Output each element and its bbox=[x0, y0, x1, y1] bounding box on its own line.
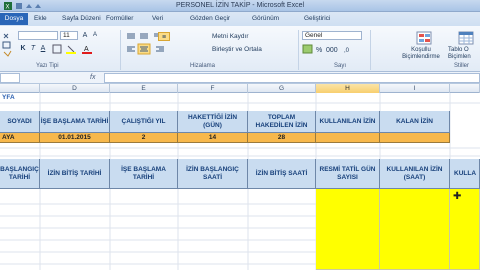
worksheet-grid[interactable]: YFA SOYADI İŞE BAŞLAMA TARİHİ ÇALIŞTIĞI … bbox=[0, 93, 480, 270]
tab-data[interactable]: Veri bbox=[152, 15, 163, 22]
bold-icon[interactable]: K bbox=[18, 44, 28, 53]
svg-text:,0: ,0 bbox=[344, 48, 350, 54]
ribbon: 11 A A K T A A Yazı Tipi ≡ Metni Kaydır … bbox=[0, 26, 480, 72]
column-header[interactable] bbox=[450, 84, 480, 93]
header-start-date: İŞE BAŞLAMA TARİHİ bbox=[40, 111, 110, 133]
underline-icon[interactable]: A bbox=[38, 44, 48, 53]
yellow-input-column-h[interactable] bbox=[316, 189, 380, 270]
column-header-g[interactable]: G bbox=[248, 84, 316, 93]
group-label-font: Yazı Tipi bbox=[36, 63, 59, 69]
conditional-formatting-button[interactable]: Koşullu Biçimlendirme bbox=[398, 47, 444, 61]
ribbon-tabs: Dosya Ekle Sayfa Düzeni Formüller Veri G… bbox=[0, 12, 480, 26]
header-total-earned: TOPLAM HAKEDİLEN İZİN bbox=[248, 111, 316, 133]
cell-total-earned[interactable]: 28 bbox=[248, 133, 316, 143]
cell-earned-leave[interactable]: 14 bbox=[178, 133, 248, 143]
font-name-dropdown[interactable] bbox=[18, 31, 58, 40]
cell-start-date[interactable]: 01.01.2015 bbox=[40, 133, 110, 143]
column-header-d[interactable]: D bbox=[40, 84, 110, 93]
column-header[interactable] bbox=[0, 84, 40, 93]
header-earned-leave: HAKETTİĞİ İZİN (GÜN) bbox=[178, 111, 248, 133]
window-title: PERSONEL İZİN TAKİP - Microsoft Excel bbox=[175, 2, 305, 9]
group-label-styles: Stiller bbox=[454, 63, 470, 69]
header-leave-end-date: İZİN BİTİŞ TARİHİ bbox=[40, 159, 110, 189]
column-header-i[interactable]: I bbox=[380, 84, 450, 93]
conditional-formatting-icon[interactable] bbox=[416, 31, 432, 45]
header-used-truncated: KULLA bbox=[450, 159, 480, 189]
header-return-date: İŞE BAŞLAMA TARİHİ bbox=[110, 159, 178, 189]
italic-icon[interactable]: T bbox=[28, 44, 38, 53]
tab-formulas[interactable]: Formüller bbox=[106, 15, 133, 22]
cell-soyadi[interactable]: AYA bbox=[0, 133, 40, 143]
title-bar: X PERSONEL İZİN TAKİP - Microsoft Excel bbox=[0, 0, 480, 12]
wrap-text-button[interactable]: Metni Kaydır bbox=[212, 33, 249, 40]
svg-text:%: % bbox=[316, 47, 322, 54]
column-header-e[interactable]: E bbox=[110, 84, 178, 93]
yellow-input-column-i[interactable] bbox=[380, 189, 450, 270]
column-headers: D E F G H I bbox=[0, 84, 480, 93]
tab-developer[interactable]: Geliştirici bbox=[304, 15, 330, 22]
formula-input[interactable] bbox=[104, 73, 480, 83]
header-used-leave: KULLANILAN İZİN bbox=[316, 111, 380, 133]
header-years-worked: ÇALIŞTIĞI YIL bbox=[110, 111, 178, 133]
ribbon-separator bbox=[120, 30, 121, 70]
function-icon[interactable]: fx bbox=[90, 73, 102, 83]
svg-text:000: 000 bbox=[326, 47, 338, 54]
border-fill-color-icons[interactable]: A bbox=[52, 44, 100, 54]
number-format-dropdown[interactable]: Genel bbox=[302, 31, 362, 40]
svg-text:A: A bbox=[84, 46, 89, 53]
header-used-leave-hours: KULLANILAN İZİN (SAAT) bbox=[380, 159, 450, 189]
ribbon-separator bbox=[298, 30, 299, 70]
cell-used-leave[interactable] bbox=[316, 133, 380, 143]
cell-cursor-icon: ✚ bbox=[453, 191, 462, 202]
ribbon-separator bbox=[370, 30, 371, 70]
shrink-font-icon[interactable]: A bbox=[90, 31, 100, 40]
formula-bar: fx bbox=[0, 72, 480, 84]
cell-remaining-leave[interactable] bbox=[380, 133, 450, 143]
tab-review[interactable]: Gözden Geçir bbox=[190, 15, 230, 22]
clipboard-icons[interactable] bbox=[2, 32, 14, 58]
orientation-icon[interactable]: ≡ bbox=[158, 32, 170, 41]
header-soyadi: SOYADI bbox=[0, 111, 40, 133]
name-box[interactable] bbox=[0, 73, 20, 83]
header-public-holidays: RESMİ TATİL GÜN SAYISI bbox=[316, 159, 380, 189]
merge-center-button[interactable]: Birleştir ve Ortala bbox=[212, 46, 262, 53]
group-label-alignment: Hizalama bbox=[190, 63, 216, 69]
tab-file[interactable]: Dosya bbox=[0, 13, 28, 25]
font-size-dropdown[interactable]: 11 bbox=[60, 31, 78, 40]
header-leave-start-date: BAŞLANGIÇ TARİHİ bbox=[0, 159, 40, 189]
format-as-table-icon[interactable] bbox=[458, 31, 474, 45]
tab-page-layout[interactable]: Sayfa Düzeni bbox=[62, 15, 101, 22]
column-header-h[interactable]: H bbox=[316, 84, 380, 93]
group-label-number: Sayı bbox=[334, 63, 347, 69]
cell-years-worked[interactable]: 2 bbox=[110, 133, 178, 143]
header-remaining-leave: KALAN İZİN bbox=[380, 111, 450, 133]
header-leave-end-time: İZİN BİTİŞ SAATİ bbox=[248, 159, 316, 189]
tab-view[interactable]: Görünüm bbox=[252, 15, 279, 22]
grow-font-icon[interactable]: A bbox=[80, 31, 90, 40]
column-header-f[interactable]: F bbox=[178, 84, 248, 93]
format-as-table-button[interactable]: Tablo O Biçimlen bbox=[448, 47, 480, 61]
header-leave-start-time: İZİN BAŞLANGIÇ SAATİ bbox=[178, 159, 248, 189]
tab-insert[interactable]: Ekle bbox=[34, 15, 47, 22]
number-format-icons[interactable]: % 000 ,0 bbox=[302, 44, 364, 54]
